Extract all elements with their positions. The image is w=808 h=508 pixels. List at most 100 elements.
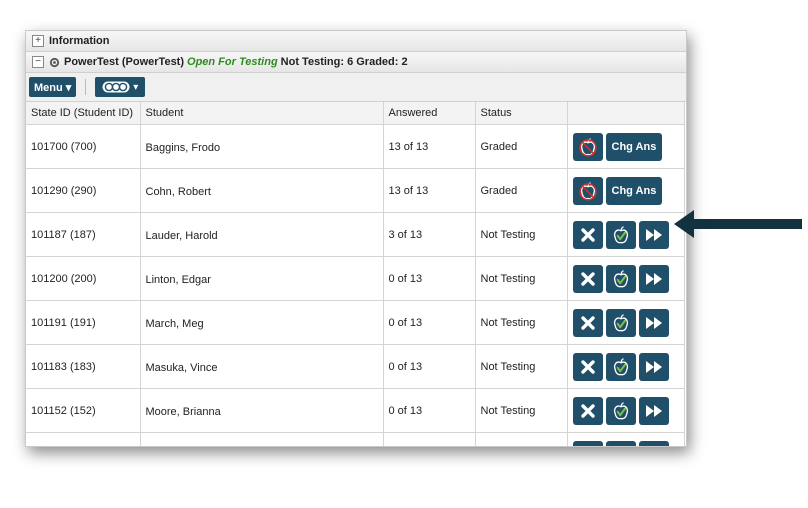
actions-cell	[567, 344, 685, 389]
change-answers-button[interactable]: Chg Ans	[605, 176, 663, 205]
gear-icon	[49, 57, 60, 67]
state-id-cell: 101200 (200)	[26, 256, 141, 301]
unlock-test-button[interactable]	[572, 132, 603, 161]
resume-button[interactable]	[638, 440, 669, 446]
actions-cell	[567, 432, 685, 446]
resume-button[interactable]	[638, 220, 669, 249]
answered-cell: 0 of 13	[383, 300, 476, 345]
student-name-cell: Lauder, Harold	[140, 212, 384, 257]
apple-check-icon	[611, 312, 631, 334]
resume-button[interactable]	[638, 264, 669, 293]
table-row: 101188 (188)Winchester, Dean0 of 13Not T…	[26, 432, 685, 446]
no-apple-icon	[578, 136, 598, 158]
answered-cell: 0 of 13	[383, 344, 476, 389]
traffic-light-button[interactable]: ▾	[95, 77, 146, 97]
state-id-cell: 101290 (290)	[26, 168, 141, 213]
status-cell: Not Testing	[475, 256, 568, 301]
apple-check-icon	[611, 400, 631, 422]
student-name-cell: Baggins, Frodo	[140, 124, 384, 169]
table-row: 101200 (200) Linton, Edgar 0 of 13 Not Test…	[26, 256, 685, 301]
table-header-row: State ID (Student ID) Student Answered S…	[26, 102, 685, 125]
fast-forward-icon	[645, 404, 663, 418]
student-name-cell: Linton, Edgar	[140, 256, 384, 301]
remove-button[interactable]	[572, 352, 603, 381]
test-bar: − PowerTest (PowerTest) Open For Testing…	[26, 52, 686, 73]
information-label: Information	[49, 35, 110, 47]
toolbar-divider	[85, 79, 87, 95]
table-row: 101700 (700) Baggins, Frodo 13 of 13 Graded…	[26, 124, 685, 169]
apple-check-icon	[611, 444, 631, 446]
answered-cell: 0 of 13	[383, 432, 476, 446]
col-status[interactable]: Status	[475, 102, 568, 125]
grade-button[interactable]	[605, 396, 636, 425]
close-icon	[580, 403, 596, 419]
student-name-cell: Winchester, Dean	[140, 432, 384, 446]
table-row: 101183 (183) Masuka, Vince 0 of 13 Not Test…	[26, 344, 685, 389]
status-cell: Not Testing	[475, 300, 568, 345]
pointer-arrow-icon	[674, 210, 802, 238]
state-id-cell: 101183 (183)	[26, 344, 141, 389]
student-name-cell: March, Meg	[140, 300, 384, 345]
state-id-cell: 101188 (188)	[26, 432, 141, 446]
unlock-test-button[interactable]	[572, 176, 603, 205]
fast-forward-icon	[645, 316, 663, 330]
remove-button[interactable]	[572, 396, 603, 425]
status-cell: Not Testing	[475, 212, 568, 257]
toolbar: Menu ▾ ▾	[26, 73, 686, 102]
information-bar[interactable]: + Information	[26, 31, 686, 52]
traffic-light-icon	[102, 81, 130, 93]
row-actions	[572, 308, 684, 337]
grade-button[interactable]	[605, 308, 636, 337]
close-icon	[580, 359, 596, 375]
actions-cell	[567, 212, 685, 257]
state-id-cell: 101191 (191)	[26, 300, 141, 345]
students-table: State ID (Student ID) Student Answered S…	[26, 102, 685, 446]
actions-cell	[567, 256, 685, 301]
answered-cell: 0 of 13	[383, 256, 476, 301]
grade-button[interactable]	[605, 264, 636, 293]
row-actions	[572, 220, 684, 249]
test-name: PowerTest (PowerTest)	[64, 56, 185, 68]
row-actions: Chg Ans	[572, 176, 684, 205]
status-cell: Not Testing	[475, 388, 568, 433]
remove-button[interactable]	[572, 440, 603, 446]
resume-button[interactable]	[638, 396, 669, 425]
state-id-cell: 101187 (187)	[26, 212, 141, 257]
menu-button[interactable]: Menu ▾	[29, 77, 77, 97]
row-actions	[572, 352, 684, 381]
expand-toggle[interactable]: +	[32, 35, 44, 47]
grade-button[interactable]	[605, 440, 636, 446]
table-row: 101152 (152) Moore, Brianna 0 of 13 Not Tes…	[26, 388, 685, 433]
student-name-cell: Cohn, Robert	[140, 168, 384, 213]
remove-button[interactable]	[572, 220, 603, 249]
col-actions	[567, 102, 685, 125]
resume-button[interactable]	[638, 308, 669, 337]
row-actions	[572, 396, 684, 425]
col-student[interactable]: Student	[140, 102, 384, 125]
status-cell: Not Testing	[475, 432, 568, 446]
fast-forward-icon	[645, 360, 663, 374]
change-answers-button[interactable]: Chg Ans	[605, 132, 663, 161]
resume-button[interactable]	[638, 352, 669, 381]
row-actions	[572, 440, 684, 446]
state-id-cell: 101700 (700)	[26, 124, 141, 169]
student-name-cell: Masuka, Vince	[140, 344, 384, 389]
answered-cell: 3 of 13	[383, 212, 476, 257]
test-session-panel: + Information − PowerTest (PowerTest) Op…	[25, 30, 687, 447]
collapse-toggle[interactable]: −	[32, 56, 44, 68]
answered-cell: 0 of 13	[383, 388, 476, 433]
remove-button[interactable]	[572, 308, 603, 337]
table-row: 101187 (187) Lauder, Harold 3 of 13 Not Tes…	[26, 212, 685, 257]
grade-button[interactable]	[605, 220, 636, 249]
grade-button[interactable]	[605, 352, 636, 381]
close-icon	[580, 271, 596, 287]
row-actions: Chg Ans	[572, 132, 684, 161]
test-status: Open For Testing	[187, 56, 278, 68]
close-icon	[580, 315, 596, 331]
remove-button[interactable]	[572, 264, 603, 293]
apple-check-icon	[611, 356, 631, 378]
apple-check-icon	[611, 224, 631, 246]
col-state-id[interactable]: State ID (Student ID)	[26, 102, 141, 125]
no-apple-icon	[578, 180, 598, 202]
col-answered[interactable]: Answered	[383, 102, 476, 125]
